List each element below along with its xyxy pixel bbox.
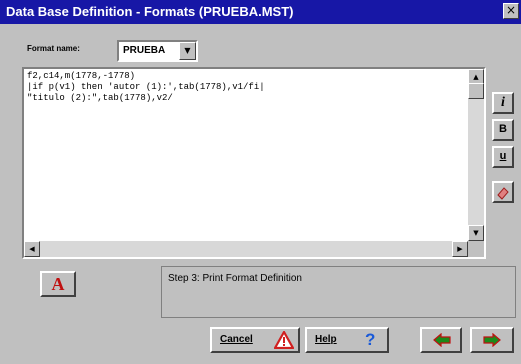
horizontal-scrollbar[interactable]: ◀ ▶ bbox=[24, 241, 468, 257]
preview-font-button[interactable]: A bbox=[40, 271, 76, 297]
next-step-button[interactable] bbox=[470, 327, 514, 353]
step-panel: Step 3: Print Format Definition bbox=[161, 266, 516, 318]
vertical-scrollbar[interactable]: ▲ ▼ bbox=[468, 69, 484, 241]
code-line: |if p(v1) then 'autor (1):',tab(1778),v1… bbox=[27, 82, 265, 92]
format-name-value: PRUEBA bbox=[123, 45, 166, 56]
arrow-right-icon bbox=[483, 333, 501, 347]
eraser-icon bbox=[497, 187, 509, 200]
format-editor-text[interactable]: f2,c14,m(1778,-1778) |if p(v1) then 'auto… bbox=[27, 71, 467, 104]
underline-button[interactable]: u bbox=[492, 146, 514, 168]
scrollbar-corner bbox=[468, 241, 484, 257]
scroll-down-icon[interactable]: ▼ bbox=[468, 225, 484, 241]
help-label: Help bbox=[315, 334, 337, 345]
italic-button[interactable]: i bbox=[492, 92, 514, 114]
close-button[interactable]: × bbox=[503, 3, 519, 19]
scroll-left-icon[interactable]: ◀ bbox=[24, 241, 40, 257]
italic-icon: i bbox=[501, 95, 505, 110]
cancel-label: Cancel bbox=[220, 334, 253, 345]
font-color-icon: A bbox=[51, 274, 65, 294]
scroll-right-icon[interactable]: ▶ bbox=[452, 241, 468, 257]
help-icon: ? bbox=[365, 330, 376, 349]
step-text: Step 3: Print Format Definition bbox=[168, 273, 302, 284]
format-name-label: Format name: bbox=[27, 44, 80, 53]
format-name-select[interactable]: PRUEBA ▼ bbox=[117, 40, 198, 62]
chevron-down-icon[interactable]: ▼ bbox=[179, 42, 196, 60]
title-bar[interactable]: Data Base Definition - Formats (PRUEBA.M… bbox=[0, 0, 521, 24]
format-definition-window: Data Base Definition - Formats (PRUEBA.M… bbox=[0, 0, 521, 364]
code-line: "titulo (2):",tab(1778),v2/ bbox=[27, 93, 173, 103]
bold-button[interactable]: B bbox=[492, 119, 514, 141]
window-title: Data Base Definition - Formats (PRUEBA.M… bbox=[6, 4, 294, 19]
previous-step-button[interactable] bbox=[420, 327, 462, 353]
cancel-button[interactable]: Cancel bbox=[210, 327, 300, 353]
underline-icon: u bbox=[499, 150, 507, 162]
format-editor[interactable]: f2,c14,m(1778,-1778) |if p(v1) then 'auto… bbox=[22, 67, 486, 259]
eraser-button[interactable] bbox=[492, 181, 514, 203]
code-line: f2,c14,m(1778,-1778) bbox=[27, 71, 136, 81]
bold-icon: B bbox=[499, 123, 507, 135]
warning-icon bbox=[274, 331, 294, 349]
arrow-left-icon bbox=[433, 333, 451, 347]
scroll-thumb[interactable] bbox=[468, 83, 484, 99]
help-button[interactable]: Help ? bbox=[305, 327, 389, 353]
